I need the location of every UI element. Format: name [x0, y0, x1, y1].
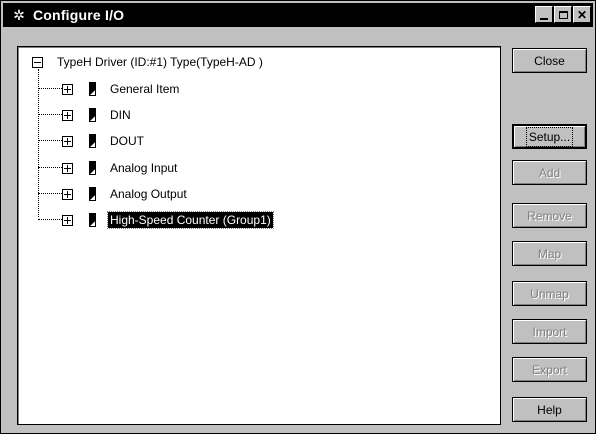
tree-item-analog-input[interactable]: Analog Input [38, 159, 179, 177]
window-controls: ✕ [534, 6, 591, 23]
expand-icon[interactable] [62, 214, 73, 226]
close-icon: ✕ [576, 7, 588, 22]
device-icon [89, 134, 96, 148]
help-button[interactable]: Help [512, 397, 587, 422]
remove-button[interactable]: Remove [512, 203, 587, 228]
io-tree-view[interactable]: TypeH Driver (ID:#1) Type(TypeH-AD ) Gen… [17, 46, 501, 425]
expand-icon[interactable] [62, 188, 73, 200]
import-button-label: Import [532, 324, 567, 339]
close-button-label: Close [534, 53, 565, 68]
tree-item-din[interactable]: DIN [38, 106, 133, 124]
export-button-label: Export [532, 362, 567, 377]
setup-button[interactable]: Setup... [512, 124, 587, 149]
tree-branch-line [38, 88, 62, 90]
tree-item-analog-output[interactable]: Analog Output [38, 185, 189, 203]
window-title: Configure I/O [33, 7, 125, 23]
tree-item-label[interactable]: Analog Input [108, 160, 179, 176]
tree-branch-line [38, 167, 62, 169]
help-button-label: Help [537, 402, 562, 417]
tree-item-label[interactable]: DOUT [108, 133, 146, 149]
maximize-button[interactable] [554, 6, 572, 23]
expand-icon[interactable] [62, 162, 73, 174]
close-window-button[interactable]: ✕ [573, 6, 591, 23]
tree-item-high-speed-counter[interactable]: High-Speed Counter (Group1) [38, 211, 274, 229]
import-button[interactable]: Import [512, 319, 587, 344]
unmap-button-label: Unmap [530, 286, 569, 301]
device-icon [89, 213, 96, 227]
tree-root-node[interactable]: TypeH Driver (ID:#1) Type(TypeH-AD ) [32, 55, 263, 69]
tree-branch-line [38, 219, 62, 221]
add-button[interactable]: Add [512, 160, 587, 185]
device-icon [89, 187, 96, 201]
setup-button-label: Setup... [525, 126, 574, 147]
tree-item-general-item[interactable]: General Item [38, 80, 181, 98]
expand-icon[interactable] [62, 83, 73, 95]
tree-item-label[interactable]: DIN [108, 107, 133, 123]
minimize-icon [540, 17, 548, 20]
tree-item-label[interactable]: Analog Output [108, 186, 189, 202]
tree-item-dout[interactable]: DOUT [38, 132, 146, 150]
minimize-button[interactable] [535, 6, 553, 23]
gear-icon: ✲ [13, 6, 25, 23]
tree-root-label[interactable]: TypeH Driver (ID:#1) Type(TypeH-AD ) [57, 55, 263, 69]
add-button-label: Add [538, 165, 561, 180]
map-button[interactable]: Map [512, 241, 587, 266]
export-button[interactable]: Export [512, 357, 587, 382]
close-button[interactable]: Close [512, 48, 587, 73]
expand-icon[interactable] [62, 109, 73, 121]
unmap-button[interactable]: Unmap [512, 281, 587, 306]
device-icon [89, 161, 96, 175]
tree-item-label[interactable]: General Item [108, 81, 181, 97]
device-icon [89, 82, 96, 96]
tree-branch-line [38, 114, 62, 116]
map-button-label: Map [537, 246, 562, 261]
tree-item-label[interactable]: High-Speed Counter (Group1) [107, 211, 274, 229]
device-icon [89, 108, 96, 122]
maximize-icon [558, 10, 568, 19]
tree-branch-line [38, 193, 62, 195]
title-bar[interactable]: ✲ Configure I/O ✕ [3, 3, 593, 27]
expand-icon[interactable] [62, 135, 73, 147]
tree-branch-line [38, 140, 62, 142]
remove-button-label: Remove [527, 208, 572, 223]
configure-io-window: ✲ Configure I/O ✕ TypeH Driver (ID:#1) T… [0, 0, 596, 434]
collapse-icon[interactable] [32, 56, 43, 68]
